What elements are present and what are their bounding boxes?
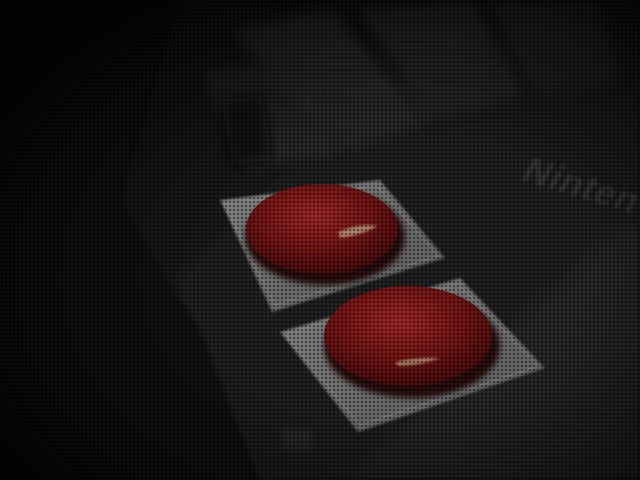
b-button-cap (246, 184, 398, 274)
embossed-label-mark (282, 428, 312, 450)
scene: Ninten (0, 0, 640, 480)
controller-photo (0, 0, 640, 480)
a-button-cap (324, 286, 492, 386)
